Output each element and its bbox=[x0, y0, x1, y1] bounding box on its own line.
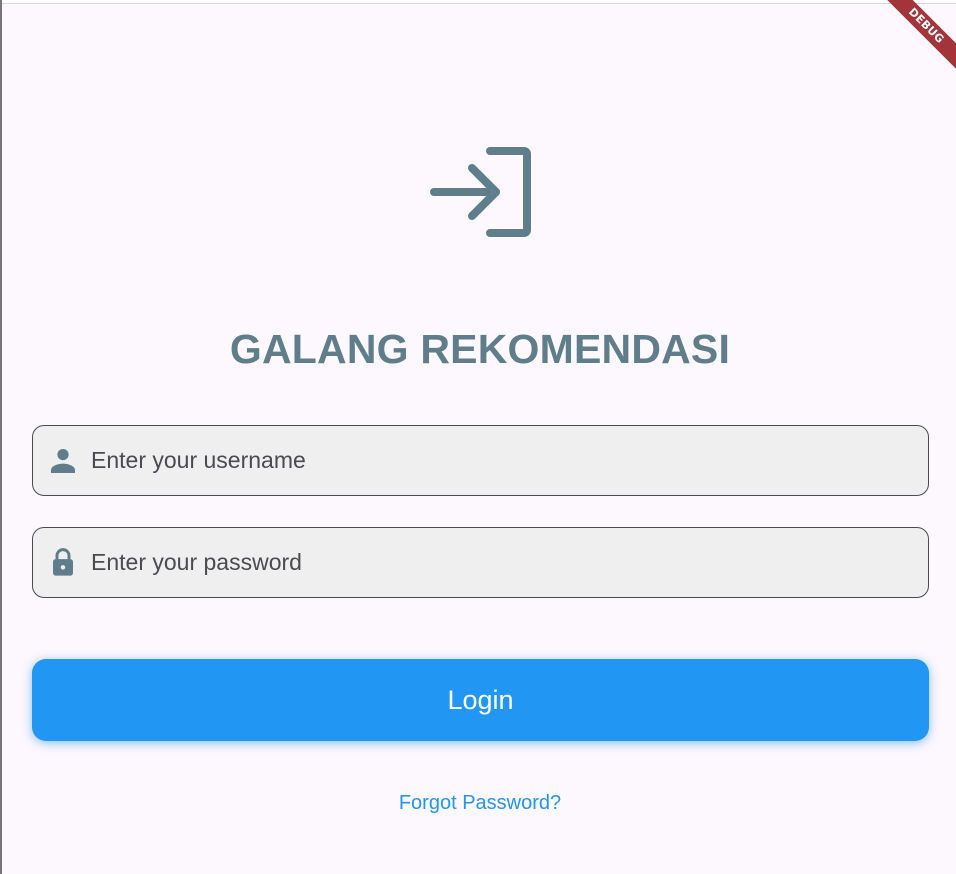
lock-icon bbox=[53, 548, 73, 576]
app-title: GALANG REKOMENDASI bbox=[229, 326, 731, 372]
window-left-edge bbox=[0, 0, 2, 874]
window-top-edge bbox=[0, 0, 956, 4]
person-icon bbox=[51, 449, 75, 473]
username-field[interactable] bbox=[32, 425, 929, 496]
login-button[interactable]: Login bbox=[32, 659, 929, 741]
password-field[interactable] bbox=[32, 527, 929, 598]
username-input[interactable] bbox=[91, 426, 911, 494]
login-arrow-icon bbox=[430, 147, 531, 237]
debug-banner: DEBUG bbox=[866, 0, 956, 90]
password-input[interactable] bbox=[91, 528, 911, 596]
forgot-password-link[interactable]: Forgot Password? bbox=[0, 792, 956, 815]
debug-banner-label: DEBUG bbox=[877, 0, 956, 75]
